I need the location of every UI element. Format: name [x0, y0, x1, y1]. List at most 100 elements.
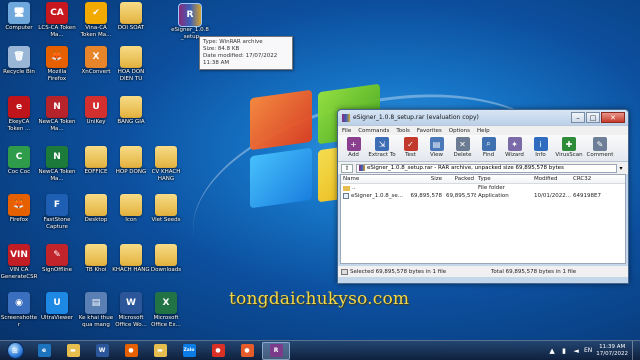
desktop-icon-label: LCS-CA Token Ma... [38, 25, 76, 38]
desktop-icon[interactable]: ✔ Vina-CA Token Ma... [77, 2, 115, 38]
column-header-crc32[interactable]: CRC32 [571, 175, 621, 183]
desktop-icon[interactable]: ◉ Screenshotter [0, 292, 38, 328]
column-header-modified[interactable]: Modified [532, 175, 571, 183]
path-dropdown-icon[interactable]: ▾ [617, 165, 625, 172]
taskbar-app[interactable]: W [88, 342, 116, 360]
desktop-icon[interactable]: CV KHACH HANG [147, 146, 185, 182]
table-row[interactable]: eSigner_1.0.8_se... 69,895,578 69,895,578 A… [341, 192, 625, 200]
desktop-icon[interactable]: DOI SOAT [112, 2, 150, 32]
start-button[interactable]: ⊞ [0, 341, 30, 360]
taskbar-app[interactable]: ● [117, 342, 145, 360]
winrar-titlebar[interactable]: eSigner_1.0.8_setup.rar (evaluation copy… [338, 110, 628, 125]
file-list[interactable]: Name Size Packed Type Modified CRC32 .. File f… [340, 174, 626, 264]
clock[interactable]: 11:39 AM 17/07/2022 [596, 344, 628, 358]
menu-item-favorites[interactable]: Favorites [417, 128, 442, 134]
network-icon[interactable]: ▮ [560, 347, 568, 355]
desktop-icon[interactable]: X Microsoft Office Ex... [147, 292, 185, 328]
desktop-icon[interactable]: 🦊 Firefox [0, 194, 38, 224]
desktop-icon[interactable]: TB Khoi [77, 244, 115, 274]
wizard-button[interactable]: ✦ Wizard [502, 137, 527, 158]
desktop-icon[interactable]: BANG GIA [112, 96, 150, 126]
desktop-icon-esigner-rar[interactable]: R eSigner_1.0.8_setup [171, 3, 209, 40]
desktop-icon[interactable]: Icon [112, 194, 150, 224]
up-folder-button[interactable]: ⇧ [341, 163, 353, 173]
delete-button[interactable]: ✕ Delete [450, 137, 475, 158]
signoffline-icon: ✎ [46, 244, 68, 266]
show-hidden-icons[interactable]: ▲ [548, 347, 556, 355]
coccoc-icon: C [8, 146, 30, 168]
menu-item-tools[interactable]: Tools [396, 128, 410, 134]
desktop-icon[interactable]: N NewCA Token Ma... [38, 146, 76, 182]
taskbar-app[interactable]: ▬ [146, 342, 174, 360]
desktop-icon[interactable]: HOP DONG [112, 146, 150, 176]
find-button[interactable]: ⌕ Find [476, 137, 501, 158]
desktop-icon[interactable]: W Microsoft Office Wo... [112, 292, 150, 328]
add-button[interactable]: + Add [341, 137, 366, 158]
desktop-icon[interactable]: 🗑 Recycle Bin [0, 46, 38, 76]
winrar-window[interactable]: eSigner_1.0.8_setup.rar (evaluation copy… [337, 109, 629, 284]
desktop-icon-label: Microsoft Office Wo... [115, 315, 147, 328]
desktop-icon[interactable]: ▤ Ke khai thue qua mang [77, 292, 115, 328]
menu-item-options[interactable]: Options [449, 128, 470, 134]
desktop-icon[interactable]: U UltraViewer [38, 292, 76, 322]
desktop-icon-label: Coc Coc [7, 169, 31, 175]
desktop-icon[interactable]: Viet Seeds [147, 194, 185, 224]
recycle-bin-icon: 🗑 [8, 46, 30, 68]
menu-item-file[interactable]: File [342, 128, 351, 134]
desktop-icon[interactable]: ✎ SignOffline [38, 244, 76, 274]
show-desktop-button[interactable] [632, 340, 640, 360]
comment-button[interactable]: ✎ Comment [585, 137, 615, 158]
menu-item-commands[interactable]: Commands [358, 128, 389, 134]
desktop-icon[interactable]: EOFFICE [77, 146, 115, 176]
desktop-icon-label: Firefox [9, 217, 29, 223]
column-header-packed[interactable]: Packed [444, 175, 476, 183]
extract-to-button[interactable]: ⇲ Extract To [367, 137, 397, 158]
file-name: .. [352, 185, 356, 191]
folder-icon [155, 244, 177, 266]
desktop-icon-label: EOFFICE [84, 169, 108, 175]
language-indicator[interactable]: EN [584, 347, 592, 354]
desktop-icon-label: Icon [125, 217, 137, 223]
desktop-icon[interactable]: KHACH HANG [112, 244, 150, 274]
virusscan-button[interactable]: ✚ VirusScan [554, 137, 584, 158]
folder-icon [85, 194, 107, 216]
taskbar-app[interactable]: ▬ [59, 342, 87, 360]
menu-item-help[interactable]: Help [477, 128, 490, 134]
desktop-icon[interactable]: Downloads [147, 244, 185, 274]
desktop-icon[interactable]: U UniKey [77, 96, 115, 126]
desktop-icon[interactable]: Desktop [77, 194, 115, 224]
test-button[interactable]: ✓ Test [398, 137, 423, 158]
column-header-size[interactable]: Size [404, 175, 444, 183]
desktop-icon[interactable]: N NewCA Token Ma... [38, 96, 76, 132]
desktop-icon[interactable]: e EkeyCA Token ... [0, 96, 38, 132]
column-header-name[interactable]: Name [341, 175, 404, 183]
view-button[interactable]: ▤ View [424, 137, 449, 158]
desktop-icon[interactable]: 🖥 Computer [0, 2, 38, 32]
toolbar-label: Wizard [505, 152, 524, 158]
desktop-icon[interactable]: VIN VIN CA GenerateCSR [0, 244, 38, 280]
taskbar-app[interactable]: Zalo [175, 342, 203, 360]
taskbar-app[interactable]: ● [233, 342, 261, 360]
volume-icon[interactable]: ◄ [572, 347, 580, 355]
toolbar-label: Extract To [368, 152, 396, 158]
maximize-button[interactable]: □ [586, 112, 600, 123]
desktop-icon[interactable]: HOA DON DIEN TU [112, 46, 150, 82]
desktop-icon-label: UniKey [86, 119, 106, 125]
taskbar-app[interactable]: e [30, 342, 58, 360]
desktop-icon-label: Viet Seeds [151, 217, 181, 223]
archive-path-field[interactable]: eSigner_1.0.8_setup.rar - RAR archive, u… [356, 163, 617, 173]
cell-name: eSigner_1.0.8_se... [341, 192, 404, 200]
column-header-type[interactable]: Type [476, 175, 532, 183]
table-row[interactable]: .. File folder [341, 184, 625, 192]
minimize-button[interactable]: – [571, 112, 585, 123]
ultraviewer-icon: U [46, 292, 68, 314]
taskbar-app[interactable]: ● [204, 342, 232, 360]
desktop-icon[interactable]: X XnConvert [77, 46, 115, 76]
taskbar-app[interactable]: R [262, 341, 290, 360]
desktop-icon[interactable]: F FastStone Capture [38, 194, 76, 230]
desktop-icon[interactable]: 🦊 Mozilla Firefox [38, 46, 76, 82]
info-button[interactable]: i Info [528, 137, 553, 158]
desktop-icon[interactable]: C Coc Coc [0, 146, 38, 176]
desktop-icon[interactable]: CA LCS-CA Token Ma... [38, 2, 76, 38]
close-button[interactable]: ✕ [601, 112, 625, 123]
